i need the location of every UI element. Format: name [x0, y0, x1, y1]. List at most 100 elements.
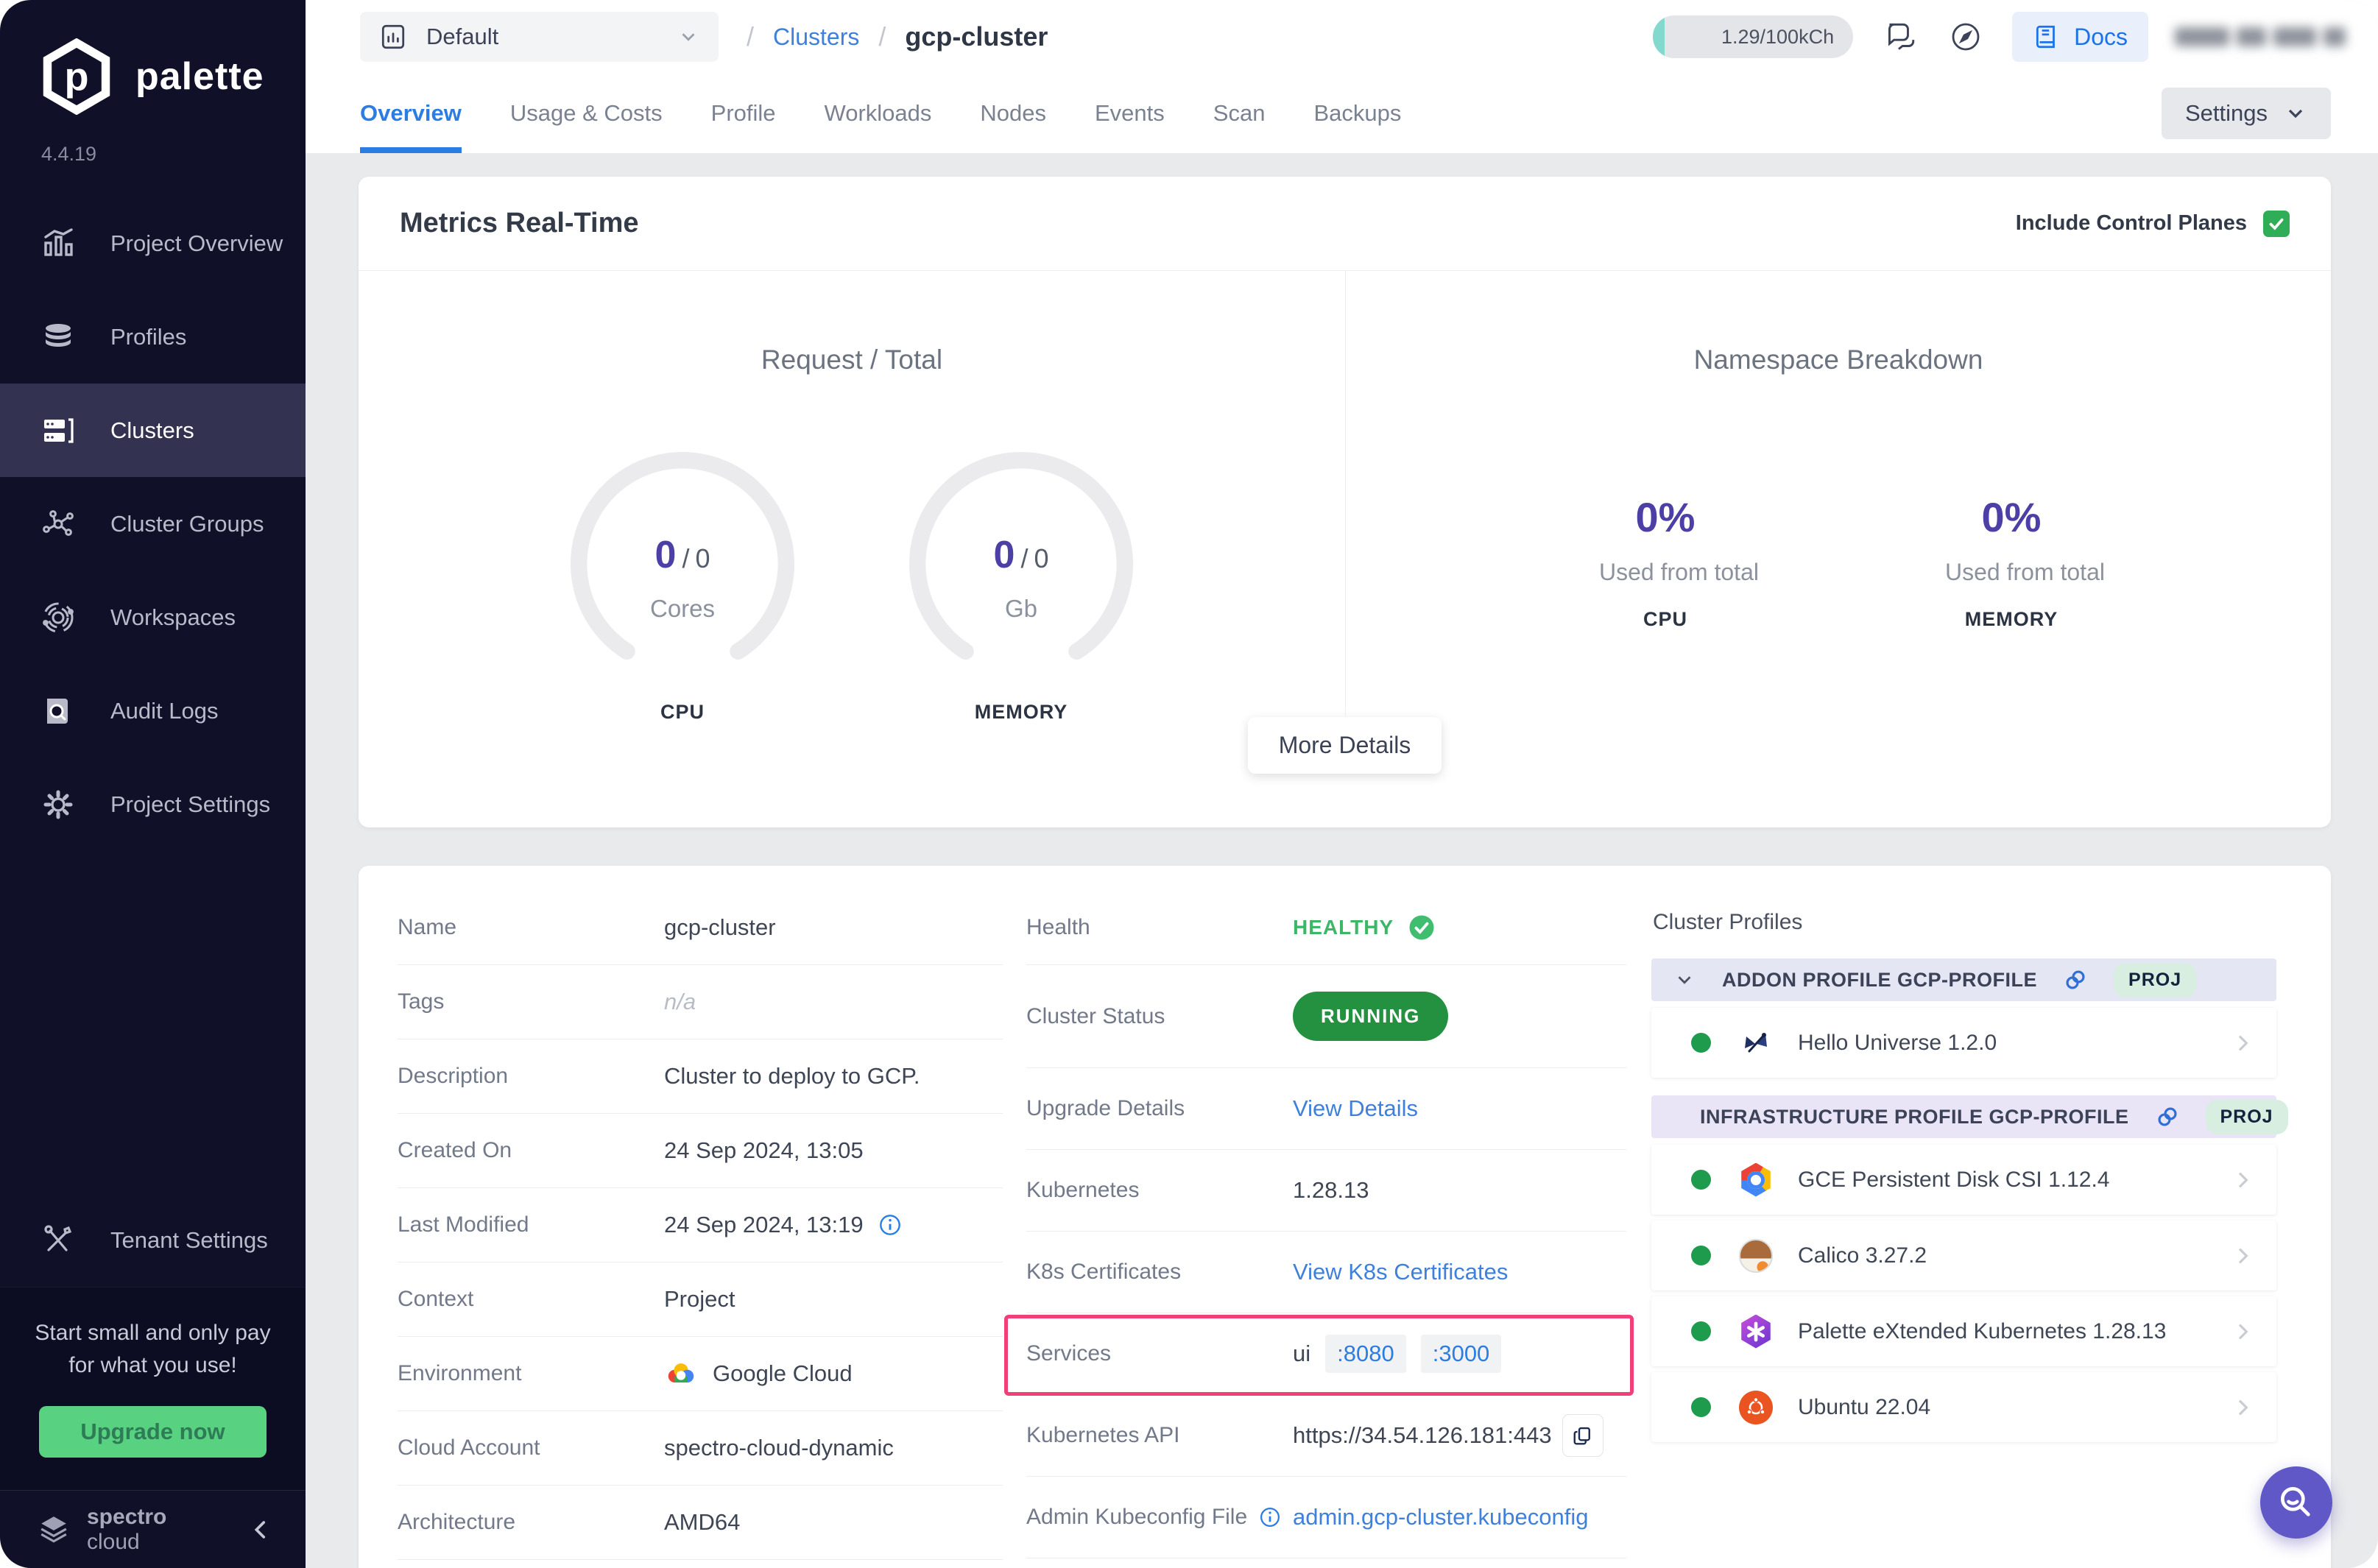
hello-universe-logo-icon — [1739, 1026, 1773, 1060]
sidebar-item-label: Project Settings — [110, 791, 271, 817]
addon-profile-group-header[interactable]: ADDON PROFILE GCP-PROFILE PROJ — [1651, 958, 2276, 1001]
breadcrumb-separator: / — [878, 21, 886, 52]
orbit-icon — [41, 601, 75, 635]
docs-label: Docs — [2074, 23, 2128, 50]
include-control-planes-checkbox[interactable] — [2263, 210, 2290, 237]
layers-icon — [41, 320, 75, 354]
gce-disk-logo-icon — [1739, 1162, 1773, 1197]
sidebar-item-audit-logs[interactable]: Audit Logs — [0, 664, 306, 757]
sidebar-item-label: Profiles — [110, 323, 187, 350]
tab-scan[interactable]: Scan — [1213, 74, 1266, 153]
profile-item-ubuntu[interactable]: Ubuntu 22.04 — [1651, 1372, 2276, 1442]
infrastructure-profile-group-header[interactable]: INFRASTRUCTURE PROFILE GCP-PROFILE PROJ — [1651, 1095, 2288, 1138]
gear-icon — [41, 788, 75, 822]
kubeconfig-download-link[interactable]: admin.gcp-cluster.kubeconfig — [1293, 1504, 1589, 1530]
docs-button[interactable]: Docs — [2012, 12, 2148, 62]
profile-item-palette-extended-kubernetes[interactable]: Palette eXtended Kubernetes 1.28.13 — [1651, 1296, 2276, 1366]
project-chart-icon — [379, 23, 407, 51]
sidebar-item-cluster-groups[interactable]: Cluster Groups — [0, 477, 306, 571]
health-status-text: HEALTHY — [1293, 916, 1394, 939]
link-icon — [2156, 1105, 2179, 1129]
compass-icon[interactable] — [1946, 17, 1986, 57]
cpu-caption: CPU — [660, 701, 705, 723]
namespace-memory-percent: 0% — [1981, 494, 2042, 540]
settings-label: Settings — [2184, 100, 2268, 126]
cpu-request-value: 0 — [655, 534, 677, 576]
tab-workloads[interactable]: Workloads — [825, 74, 932, 153]
collapse-sidebar-icon[interactable] — [248, 1517, 273, 1542]
cpu-total-value: 0 — [695, 543, 710, 573]
detail-row-tags: Tags n/a — [398, 965, 1003, 1039]
sidebar-item-profiles[interactable]: Profiles — [0, 290, 306, 384]
upsell-panel: Start small and only pay for what you us… — [0, 1287, 306, 1490]
tab-profile[interactable]: Profile — [711, 74, 776, 153]
detail-row-cluster-status: Cluster Status RUNNING — [1026, 965, 1626, 1068]
info-icon[interactable] — [878, 1213, 902, 1237]
sidebar-item-tenant-settings[interactable]: Tenant Settings — [0, 1193, 306, 1287]
profile-item-hello-universe[interactable]: Hello Universe 1.2.0 — [1651, 1008, 2276, 1078]
service-port-3000-link[interactable]: :3000 — [1420, 1335, 1502, 1373]
usage-quota-badge: 1.29/100kCh — [1653, 15, 1854, 58]
chevron-right-icon — [2231, 1244, 2254, 1268]
sidebar-item-clusters[interactable]: Clusters — [0, 384, 306, 477]
chevron-right-icon — [2231, 1031, 2254, 1055]
app-window: p palette 4.4.19 Project Overview Profil… — [0, 0, 2378, 1568]
page-content: Metrics Real-Time Include Control Planes… — [306, 153, 2378, 1568]
service-port-8080-link[interactable]: :8080 — [1325, 1335, 1406, 1373]
breadcrumb-clusters-link[interactable]: Clusters — [773, 24, 859, 51]
chevron-down-icon — [1678, 976, 1691, 984]
memory-unit-label: Gb — [1004, 595, 1038, 622]
calico-logo-icon — [1739, 1238, 1773, 1273]
brand-name: palette — [135, 55, 264, 98]
main-area: Default / Clusters / gcp-cluster 1.29/10… — [306, 0, 2378, 1568]
sidebar-item-project-settings[interactable]: Project Settings — [0, 757, 306, 851]
detail-row-description: Description Cluster to deploy to GCP. — [398, 1039, 1003, 1114]
running-status-badge[interactable]: RUNNING — [1293, 992, 1449, 1041]
tools-icon — [41, 1223, 75, 1257]
brand: p palette — [0, 0, 306, 115]
detail-row-kubernetes: Kubernetes 1.28.13 — [1026, 1150, 1626, 1232]
check-circle-icon — [1408, 914, 1435, 941]
detail-row-cloud-account: Cloud Account spectro-cloud-dynamic — [398, 1411, 1003, 1486]
chat-icon[interactable] — [1880, 17, 1919, 57]
info-icon[interactable] — [1259, 1506, 1281, 1528]
tab-usage-costs[interactable]: Usage & Costs — [510, 74, 663, 153]
namespace-breakdown-panel: Namespace Breakdown 0% Used from total C… — [1346, 271, 2331, 717]
status-dot — [1691, 1321, 1711, 1341]
view-k8s-certificates-link[interactable]: View K8s Certificates — [1293, 1259, 1508, 1285]
chevron-right-icon — [2231, 1320, 2254, 1343]
more-details-button[interactable]: More Details — [1247, 717, 1442, 774]
palette-logo-icon: p — [38, 38, 115, 115]
tab-overview[interactable]: Overview — [360, 74, 462, 153]
chart-bars-icon — [41, 227, 75, 261]
ubuntu-logo-icon — [1739, 1390, 1773, 1424]
namespace-cpu-percent: 0% — [1635, 494, 1696, 540]
sidebar-item-label: Clusters — [110, 417, 194, 443]
sidebar-item-workspaces[interactable]: Workspaces — [0, 571, 306, 664]
help-search-floating-button[interactable] — [2260, 1466, 2332, 1539]
service-name: ui — [1293, 1341, 1311, 1366]
breadcrumb: / Clusters / gcp-cluster — [747, 21, 1048, 52]
tab-nodes[interactable]: Nodes — [980, 74, 1046, 153]
tab-events[interactable]: Events — [1095, 74, 1165, 153]
memory-gauge: 0/0 Gb MEMORY — [903, 446, 1139, 724]
breadcrumb-separator: / — [747, 21, 755, 52]
upgrade-now-button[interactable]: Upgrade now — [39, 1406, 267, 1458]
topbar-right: 1.29/100kCh Docs — [1653, 12, 2346, 62]
profile-item-gce-persistent-disk[interactable]: GCE Persistent Disk CSI 1.12.4 — [1651, 1145, 2276, 1215]
detail-row-name: Name gcp-cluster — [398, 891, 1003, 965]
settings-button[interactable]: Settings — [2161, 88, 2331, 139]
chevron-right-icon — [2231, 1168, 2254, 1192]
tab-backups[interactable]: Backups — [1313, 74, 1401, 153]
user-name-redacted[interactable] — [2175, 27, 2346, 46]
details-left-column: Name gcp-cluster Tags n/a Description Cl… — [398, 891, 1003, 1568]
memory-total-value: 0 — [1034, 543, 1049, 573]
copy-icon[interactable] — [1562, 1414, 1603, 1457]
breadcrumb-current: gcp-cluster — [905, 21, 1048, 52]
profile-item-calico[interactable]: Calico 3.27.2 — [1651, 1221, 2276, 1290]
view-details-link[interactable]: View Details — [1293, 1095, 1418, 1122]
cluster-details-card: Name gcp-cluster Tags n/a Description Cl… — [359, 866, 2331, 1568]
project-selector[interactable]: Default — [360, 12, 719, 62]
status-dot — [1691, 1170, 1711, 1190]
sidebar-item-project-overview[interactable]: Project Overview — [0, 197, 306, 290]
